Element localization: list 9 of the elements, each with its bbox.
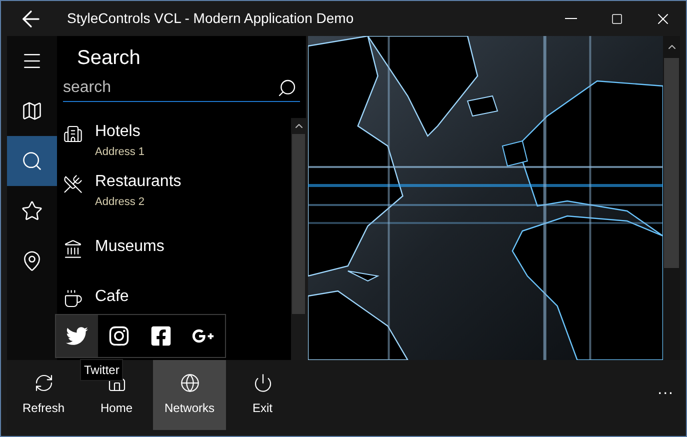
window-title: StyleControls VCL - Modern Application Demo (67, 9, 354, 28)
place-address: Address 2 (95, 195, 146, 210)
place-name: Restaurants (95, 172, 182, 192)
place-name: Museums (95, 237, 164, 257)
place-name: Cafe (95, 287, 129, 307)
place-address: Address 1 (95, 145, 145, 160)
place-name: Hotels (95, 122, 142, 142)
panel-title: Search (76, 46, 142, 71)
tooltip: Twitter (80, 359, 124, 381)
